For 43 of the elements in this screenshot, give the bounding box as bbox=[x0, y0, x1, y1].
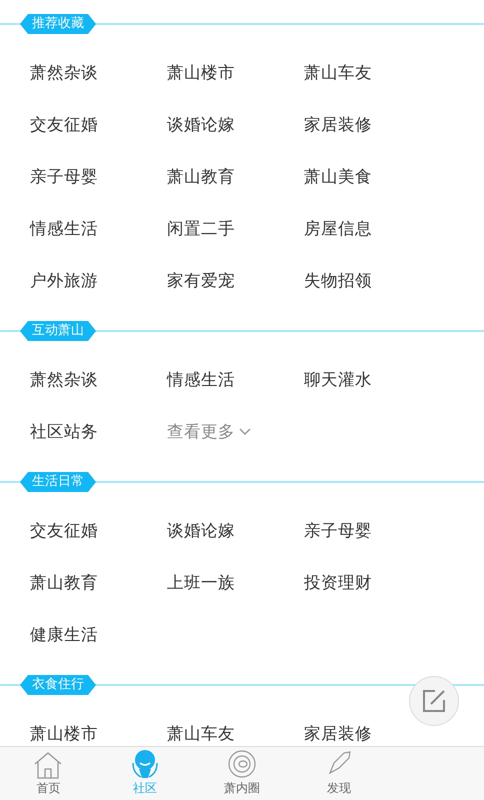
forum-link[interactable]: 上班一族 bbox=[167, 570, 235, 596]
edit-icon bbox=[421, 688, 447, 714]
forum-link[interactable]: 萧山教育 bbox=[30, 570, 98, 596]
forum-link[interactable]: 健康生活 bbox=[30, 622, 98, 648]
forum-link[interactable]: 户外旅游 bbox=[30, 268, 98, 294]
forum-link[interactable]: 交友征婚 bbox=[30, 518, 98, 544]
section-title: 衣食住行 bbox=[20, 675, 96, 695]
forum-link[interactable]: 萧山车友 bbox=[167, 722, 235, 746]
forum-link[interactable]: 失物招领 bbox=[304, 268, 372, 294]
more-link[interactable]: 查看更多 bbox=[167, 420, 251, 444]
forum-link[interactable]: 亲子母婴 bbox=[304, 518, 372, 544]
edit-button[interactable] bbox=[409, 676, 459, 726]
chevron-down-icon bbox=[239, 428, 251, 436]
forum-link[interactable]: 房屋信息 bbox=[304, 216, 372, 242]
nav-tab[interactable]: 萧内圈 bbox=[194, 747, 290, 800]
section-title: 推荐收藏 bbox=[20, 14, 96, 34]
orbit-icon bbox=[226, 749, 257, 779]
forum-link[interactable]: 萧然杂谈 bbox=[30, 60, 98, 86]
forum-link[interactable]: 家居装修 bbox=[304, 722, 372, 746]
forum-link[interactable]: 闲置二手 bbox=[167, 216, 235, 242]
nav-tab[interactable]: 首页 bbox=[0, 747, 97, 800]
forum-link[interactable]: 社区站务 bbox=[30, 420, 98, 444]
forum-link[interactable]: 家有爱宠 bbox=[167, 268, 235, 294]
forum-link[interactable]: 萧山楼市 bbox=[30, 722, 98, 746]
forum-link[interactable]: 家居装修 bbox=[304, 112, 372, 138]
forum-link[interactable]: 谈婚论嫁 bbox=[167, 518, 235, 544]
forum-link[interactable]: 情感生活 bbox=[167, 368, 235, 392]
house-icon bbox=[33, 751, 64, 779]
forum-link[interactable]: 萧山楼市 bbox=[167, 60, 235, 86]
forum-link[interactable]: 亲子母婴 bbox=[30, 164, 98, 190]
section-title: 互动萧山 bbox=[20, 321, 96, 341]
forum-link[interactable]: 萧山车友 bbox=[304, 60, 372, 86]
forum-link[interactable]: 萧然杂谈 bbox=[30, 368, 98, 392]
nav-tab[interactable]: 发现 bbox=[290, 747, 388, 800]
section-title: 生活日常 bbox=[20, 472, 96, 492]
forum-link[interactable]: 萧山美食 bbox=[304, 164, 372, 190]
forum-link[interactable]: 情感生活 bbox=[30, 216, 98, 242]
forum-link[interactable]: 聊天灌水 bbox=[304, 368, 372, 392]
forum-link[interactable]: 交友征婚 bbox=[30, 112, 98, 138]
forum-link[interactable]: 投资理财 bbox=[304, 570, 372, 596]
forum-link[interactable]: 萧山教育 bbox=[167, 164, 235, 190]
person-icon bbox=[130, 749, 160, 779]
forum-link[interactable]: 谈婚论嫁 bbox=[167, 112, 235, 138]
